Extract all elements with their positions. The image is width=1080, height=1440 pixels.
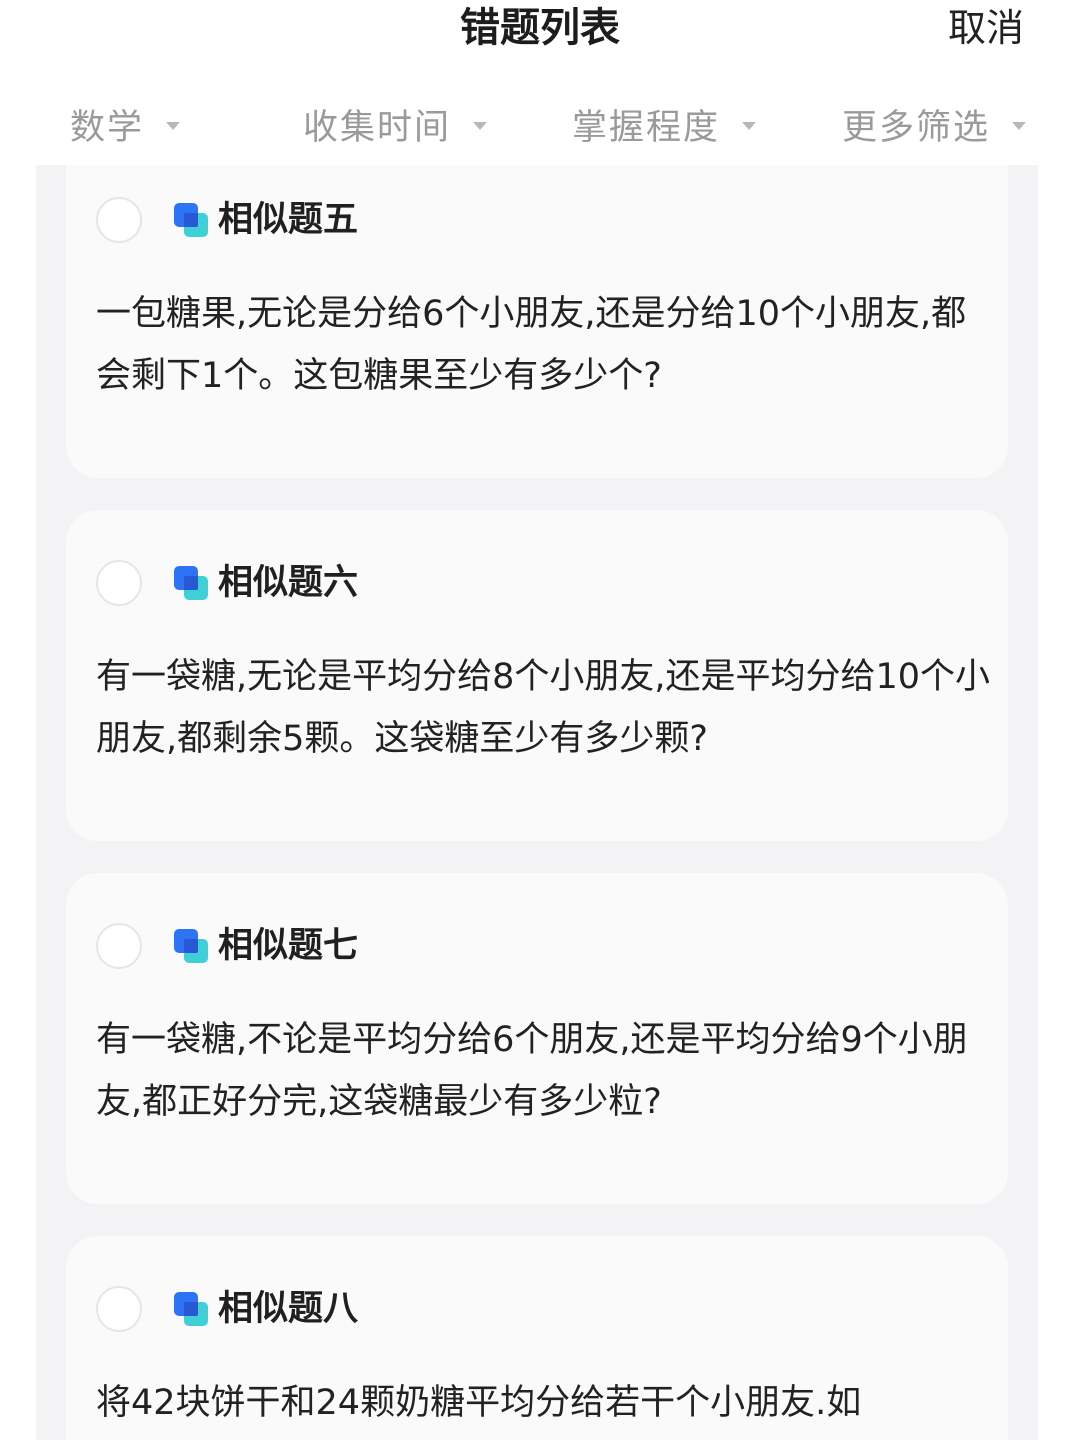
card-title: 相似题六 [218, 563, 359, 603]
question-tag-icon [174, 566, 208, 600]
card-title: 相似题五 [218, 200, 359, 240]
filter-subject-label: 数学 [70, 107, 145, 148]
question-list[interactable]: 相似题五 一包糖果,无论是分给6个小朋友,还是分给10个小朋友,都会剩下1个。这… [36, 165, 1038, 1440]
select-circle[interactable] [96, 923, 142, 969]
card-body: 有一袋糖,无论是平均分给8个小朋友,还是平均分给10个小朋友,都剩余5颗。这袋糖… [96, 657, 991, 759]
question-tag-icon [174, 929, 208, 963]
caret-down-icon [742, 122, 757, 130]
card-body: 有一袋糖,不论是平均分给6个朋友,还是平均分给9个小朋友,都正好分完,这袋糖最少… [96, 1020, 968, 1122]
card-body: 将42块饼干和24颗奶糖平均分给若干个小朋友.如 [96, 1383, 862, 1423]
caret-down-icon [1012, 122, 1027, 130]
filter-subject[interactable]: 数学 [70, 92, 181, 156]
filter-collect-time[interactable]: 收集时间 [303, 92, 488, 156]
card-body: 一包糖果,无论是分给6个小朋友,还是分给10个小朋友,都会剩下1个。这包糖果至少… [96, 294, 967, 396]
question-card[interactable]: 相似题八 将42块饼干和24颗奶糖平均分给若干个小朋友.如 [66, 1236, 1008, 1440]
question-card[interactable]: 相似题七 有一袋糖,不论是平均分给6个朋友,还是平均分给9个小朋友,都正好分完,… [66, 873, 1008, 1204]
filter-collect-time-label: 收集时间 [303, 107, 452, 148]
question-card[interactable]: 相似题六 有一袋糖,无论是平均分给8个小朋友,还是平均分给10个小朋友,都剩余5… [66, 510, 1008, 841]
filter-bar: 数学 收集时间 掌握程度 更多筛选 [0, 92, 1080, 156]
select-circle[interactable] [96, 197, 142, 243]
question-tag-icon [174, 203, 208, 237]
cancel-button[interactable]: 取消 [948, 0, 1024, 60]
filter-more[interactable]: 更多筛选 [842, 92, 1027, 156]
caret-down-icon [166, 122, 181, 130]
caret-down-icon [473, 122, 488, 130]
filter-mastery-label: 掌握程度 [572, 107, 721, 148]
card-title: 相似题八 [218, 1289, 359, 1329]
question-tag-icon [174, 1292, 208, 1326]
select-circle[interactable] [96, 560, 142, 606]
app-header: 错题列表 取消 数学 收集时间 掌握程度 更多筛选 [0, 0, 1080, 165]
filter-mastery[interactable]: 掌握程度 [572, 92, 757, 156]
filter-more-label: 更多筛选 [842, 107, 991, 148]
question-card[interactable]: 相似题五 一包糖果,无论是分给6个小朋友,还是分给10个小朋友,都会剩下1个。这… [66, 165, 1008, 478]
page-title: 错题列表 [460, 5, 620, 51]
card-title: 相似题七 [218, 926, 359, 966]
select-circle[interactable] [96, 1286, 142, 1332]
